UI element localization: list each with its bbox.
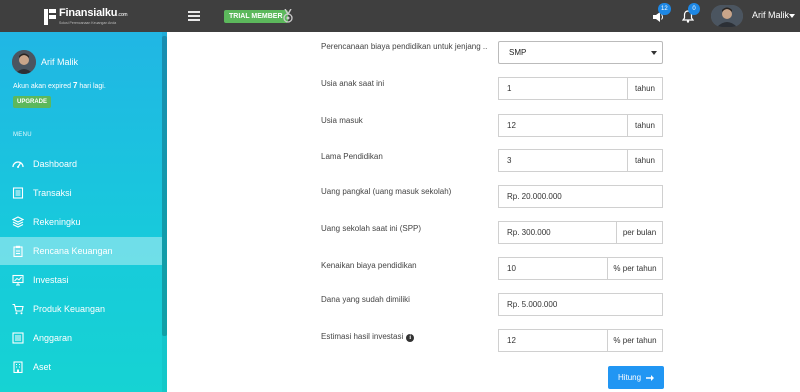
calculate-button[interactable]: Hitung xyxy=(608,366,664,389)
owned-funds-label: Dana yang sudah dimiliki xyxy=(321,295,410,304)
child-age-label: Usia anak saat ini xyxy=(321,79,385,88)
duration-unit: tahun xyxy=(627,149,663,172)
sidebar-item-label: Rencana Keuangan xyxy=(33,246,113,256)
duration-input[interactable]: 3 xyxy=(498,149,628,172)
owned-funds-input[interactable]: Rp. 5.000.000 xyxy=(498,293,663,316)
monthly-fee-unit: per bulan xyxy=(616,221,663,244)
sidebar-item-label: Rekeningku xyxy=(33,217,81,227)
cost-increase-input[interactable]: 10 xyxy=(498,257,608,280)
bell-count-badge: 0 xyxy=(688,3,700,15)
logo-name: Finansialku.com xyxy=(59,7,128,19)
transaction-icon xyxy=(12,187,24,199)
hamburger-menu-icon[interactable] xyxy=(188,11,200,21)
logo-mark-icon xyxy=(44,9,56,25)
chevron-down-icon[interactable] xyxy=(789,14,795,18)
investment-return-label: Estimasi hasil investasi i xyxy=(321,332,415,342)
sidebar-username: Arif Malik xyxy=(41,57,79,67)
education-level-value: SMP xyxy=(509,48,527,57)
sidebar-item-label: Dashboard xyxy=(33,159,78,169)
info-icon[interactable]: i xyxy=(406,334,415,342)
cart-icon xyxy=(12,303,24,315)
sidebar-item-rekeningku[interactable]: Rekeningku xyxy=(0,208,162,236)
sidebar-avatar xyxy=(12,50,36,74)
sidebar-item-label: Transaksi xyxy=(33,188,72,198)
user-photo-icon xyxy=(711,5,743,27)
investment-return-unit: % per tahun xyxy=(607,329,663,352)
entry-fee-label: Uang pangkal (uang masuk sekolah) xyxy=(321,187,452,196)
education-level-select[interactable]: SMP xyxy=(498,41,663,64)
building-icon xyxy=(13,361,23,373)
investment-return-input[interactable]: 12 xyxy=(498,329,608,352)
account-expiry-text: Akun akan expired 7 hari lagi. xyxy=(13,81,106,90)
sidebar-item-produk-keuangan[interactable]: Produk Keuangan xyxy=(0,295,162,323)
arrow-right-icon xyxy=(646,374,655,381)
duration-label: Lama Pendidikan xyxy=(321,152,383,161)
monthly-fee-input[interactable]: Rp. 300.000 xyxy=(498,221,617,244)
avatar[interactable] xyxy=(711,5,743,27)
education-level-label: Perencanaan biaya pendidikan untuk jenja… xyxy=(321,42,488,51)
sidebar-item-dashboard[interactable]: Dashboard xyxy=(0,150,162,178)
clipboard-icon xyxy=(13,245,23,257)
cost-increase-unit: % per tahun xyxy=(607,257,663,280)
monthly-fee-label: Uang sekolah saat ini (SPP) xyxy=(321,224,422,233)
sidebar-item-label: Anggaran xyxy=(33,333,73,343)
medal-icon xyxy=(283,9,293,23)
speedometer-icon xyxy=(12,161,24,168)
sidebar-item-label: Investasi xyxy=(33,275,69,285)
layers-icon xyxy=(12,216,24,228)
entry-age-unit: tahun xyxy=(627,114,663,137)
calculate-button-label: Hitung xyxy=(617,373,642,382)
child-age-unit: tahun xyxy=(627,77,663,100)
top-username[interactable]: Arif Malik xyxy=(752,10,789,20)
child-age-input[interactable]: 1 xyxy=(498,77,628,100)
sidebar-item-rencana-keuangan[interactable]: Rencana Keuangan xyxy=(0,237,162,265)
chevron-down-icon xyxy=(651,51,657,55)
sidebar-item-label: Produk Keuangan xyxy=(33,304,106,314)
cost-increase-label: Kenaikan biaya pendidikan xyxy=(321,261,417,270)
entry-age-label: Usia masuk xyxy=(321,116,363,125)
entry-fee-input[interactable]: Rp. 20.000.000 xyxy=(498,185,663,208)
user-photo-icon xyxy=(12,50,36,74)
monitor-chart-icon xyxy=(12,274,24,286)
sidebar-item-investasi[interactable]: Investasi xyxy=(0,266,162,294)
upgrade-button[interactable]: UPGRADE xyxy=(13,96,52,108)
list-icon xyxy=(12,332,24,344)
trial-member-badge: TRIAL MEMBER xyxy=(224,10,288,23)
logo[interactable]: Finansialku.com Solusi Perencanaan Keuan… xyxy=(44,7,128,26)
sidebar-item-aset[interactable]: Aset xyxy=(0,353,162,381)
entry-age-input[interactable]: 12 xyxy=(498,114,628,137)
notification-count-badge: 12 xyxy=(658,3,671,15)
menu-section-label: MENU xyxy=(13,132,32,138)
sidebar-item-transaksi[interactable]: Transaksi xyxy=(0,179,162,207)
sidebar-item-anggaran[interactable]: Anggaran xyxy=(0,324,162,352)
sidebar-item-label: Aset xyxy=(33,362,52,372)
logo-tagline: Solusi Perencanaan Keuangan Anda xyxy=(59,21,117,25)
sidebar-scrollbar-thumb[interactable] xyxy=(162,36,167,336)
